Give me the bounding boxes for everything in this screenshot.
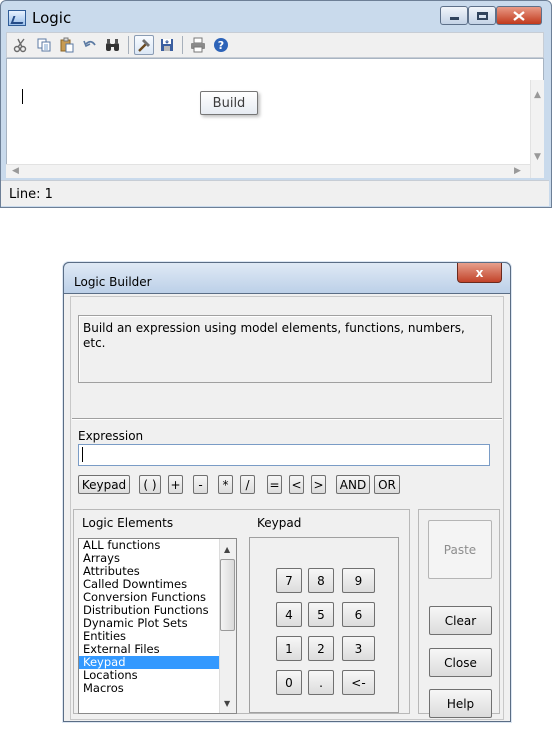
logic-title-bar: Logic: [8, 6, 71, 30]
build-tooltip: Build: [200, 91, 258, 115]
line-status: Line: 1: [9, 187, 53, 202]
app-icon: [8, 10, 26, 26]
key-9[interactable]: 9: [342, 568, 375, 593]
keypad-label: Keypad: [257, 516, 302, 530]
close-icon: [513, 10, 525, 21]
cut-icon[interactable]: [11, 35, 31, 55]
key-3[interactable]: 3: [342, 636, 375, 661]
key-1[interactable]: 1: [276, 636, 302, 661]
description-text: Build an expression using model elements…: [83, 321, 465, 350]
logic-builder-title: Logic Builder: [74, 275, 152, 289]
key-5[interactable]: 5: [308, 602, 334, 627]
key-decimal[interactable]: .: [308, 670, 334, 695]
key-8[interactable]: 8: [308, 568, 334, 593]
key-2[interactable]: 2: [308, 636, 334, 661]
divider: [72, 418, 502, 420]
multiply-button[interactable]: *: [218, 475, 233, 494]
editor-vertical-scrollbar[interactable]: ▲ ▼: [530, 80, 544, 178]
list-item[interactable]: Macros: [79, 682, 236, 695]
key-backspace[interactable]: <-: [342, 670, 375, 695]
expression-label: Expression: [78, 429, 144, 443]
svg-text:?: ?: [218, 39, 224, 52]
clear-button[interactable]: Clear: [429, 606, 492, 635]
expression-input[interactable]: [78, 444, 490, 466]
plus-button[interactable]: +: [168, 475, 183, 494]
window-close-button[interactable]: [496, 6, 542, 25]
scroll-up-icon[interactable]: ▲: [224, 545, 230, 554]
toolbar: ?: [6, 32, 544, 58]
text-caret: [82, 447, 83, 462]
equals-button[interactable]: =: [267, 475, 282, 494]
help-button[interactable]: Help: [429, 689, 492, 718]
parentheses-button[interactable]: ( ): [139, 475, 161, 494]
undo-icon[interactable]: [80, 35, 100, 55]
minimize-button[interactable]: [440, 6, 468, 25]
minimize-icon: [449, 17, 459, 20]
paste-button[interactable]: Paste: [428, 520, 492, 579]
divide-button[interactable]: /: [240, 475, 255, 494]
editor-horizontal-scrollbar[interactable]: ◀ ▶: [6, 164, 530, 178]
logic-elements-list[interactable]: ALL functions Arrays Attributes Called D…: [78, 538, 237, 714]
keypad-op-button[interactable]: Keypad: [78, 475, 130, 494]
text-caret: [22, 89, 23, 104]
close-icon: x: [475, 265, 484, 280]
status-bar: Line: 1: [1, 180, 549, 206]
toolbar-separator: [128, 36, 129, 54]
key-7[interactable]: 7: [276, 568, 302, 593]
build-icon[interactable]: [134, 35, 154, 55]
logic-window-title: Logic: [32, 9, 72, 27]
find-icon[interactable]: [103, 35, 123, 55]
key-4[interactable]: 4: [276, 602, 302, 627]
help-icon[interactable]: ?: [211, 35, 231, 55]
less-than-button[interactable]: <: [289, 475, 304, 494]
print-icon[interactable]: [188, 35, 208, 55]
description-box: Build an expression using model elements…: [78, 315, 492, 383]
save-icon[interactable]: [157, 35, 177, 55]
scroll-right-icon[interactable]: ▶: [514, 166, 521, 176]
greater-than-button[interactable]: >: [311, 475, 326, 494]
scroll-down-icon[interactable]: ▼: [224, 699, 230, 708]
or-button[interactable]: OR: [374, 475, 400, 494]
scroll-thumb[interactable]: [220, 559, 235, 631]
maximize-icon: [476, 11, 488, 20]
scroll-down-icon[interactable]: ▼: [534, 152, 541, 162]
scroll-left-icon[interactable]: ◀: [12, 166, 19, 176]
key-6[interactable]: 6: [342, 602, 375, 627]
and-button[interactable]: AND: [336, 475, 370, 494]
dialog-close-button[interactable]: x: [457, 263, 502, 283]
minus-button[interactable]: -: [193, 475, 208, 494]
logic-editor[interactable]: [6, 58, 544, 178]
key-0[interactable]: 0: [276, 670, 302, 695]
scroll-up-icon[interactable]: ▲: [534, 90, 541, 100]
maximize-button[interactable]: [468, 6, 496, 25]
toolbar-separator: [182, 36, 183, 54]
logic-elements-label: Logic Elements: [82, 516, 174, 530]
close-button[interactable]: Close: [429, 648, 492, 677]
copy-icon[interactable]: [34, 35, 54, 55]
paste-icon[interactable]: [57, 35, 77, 55]
